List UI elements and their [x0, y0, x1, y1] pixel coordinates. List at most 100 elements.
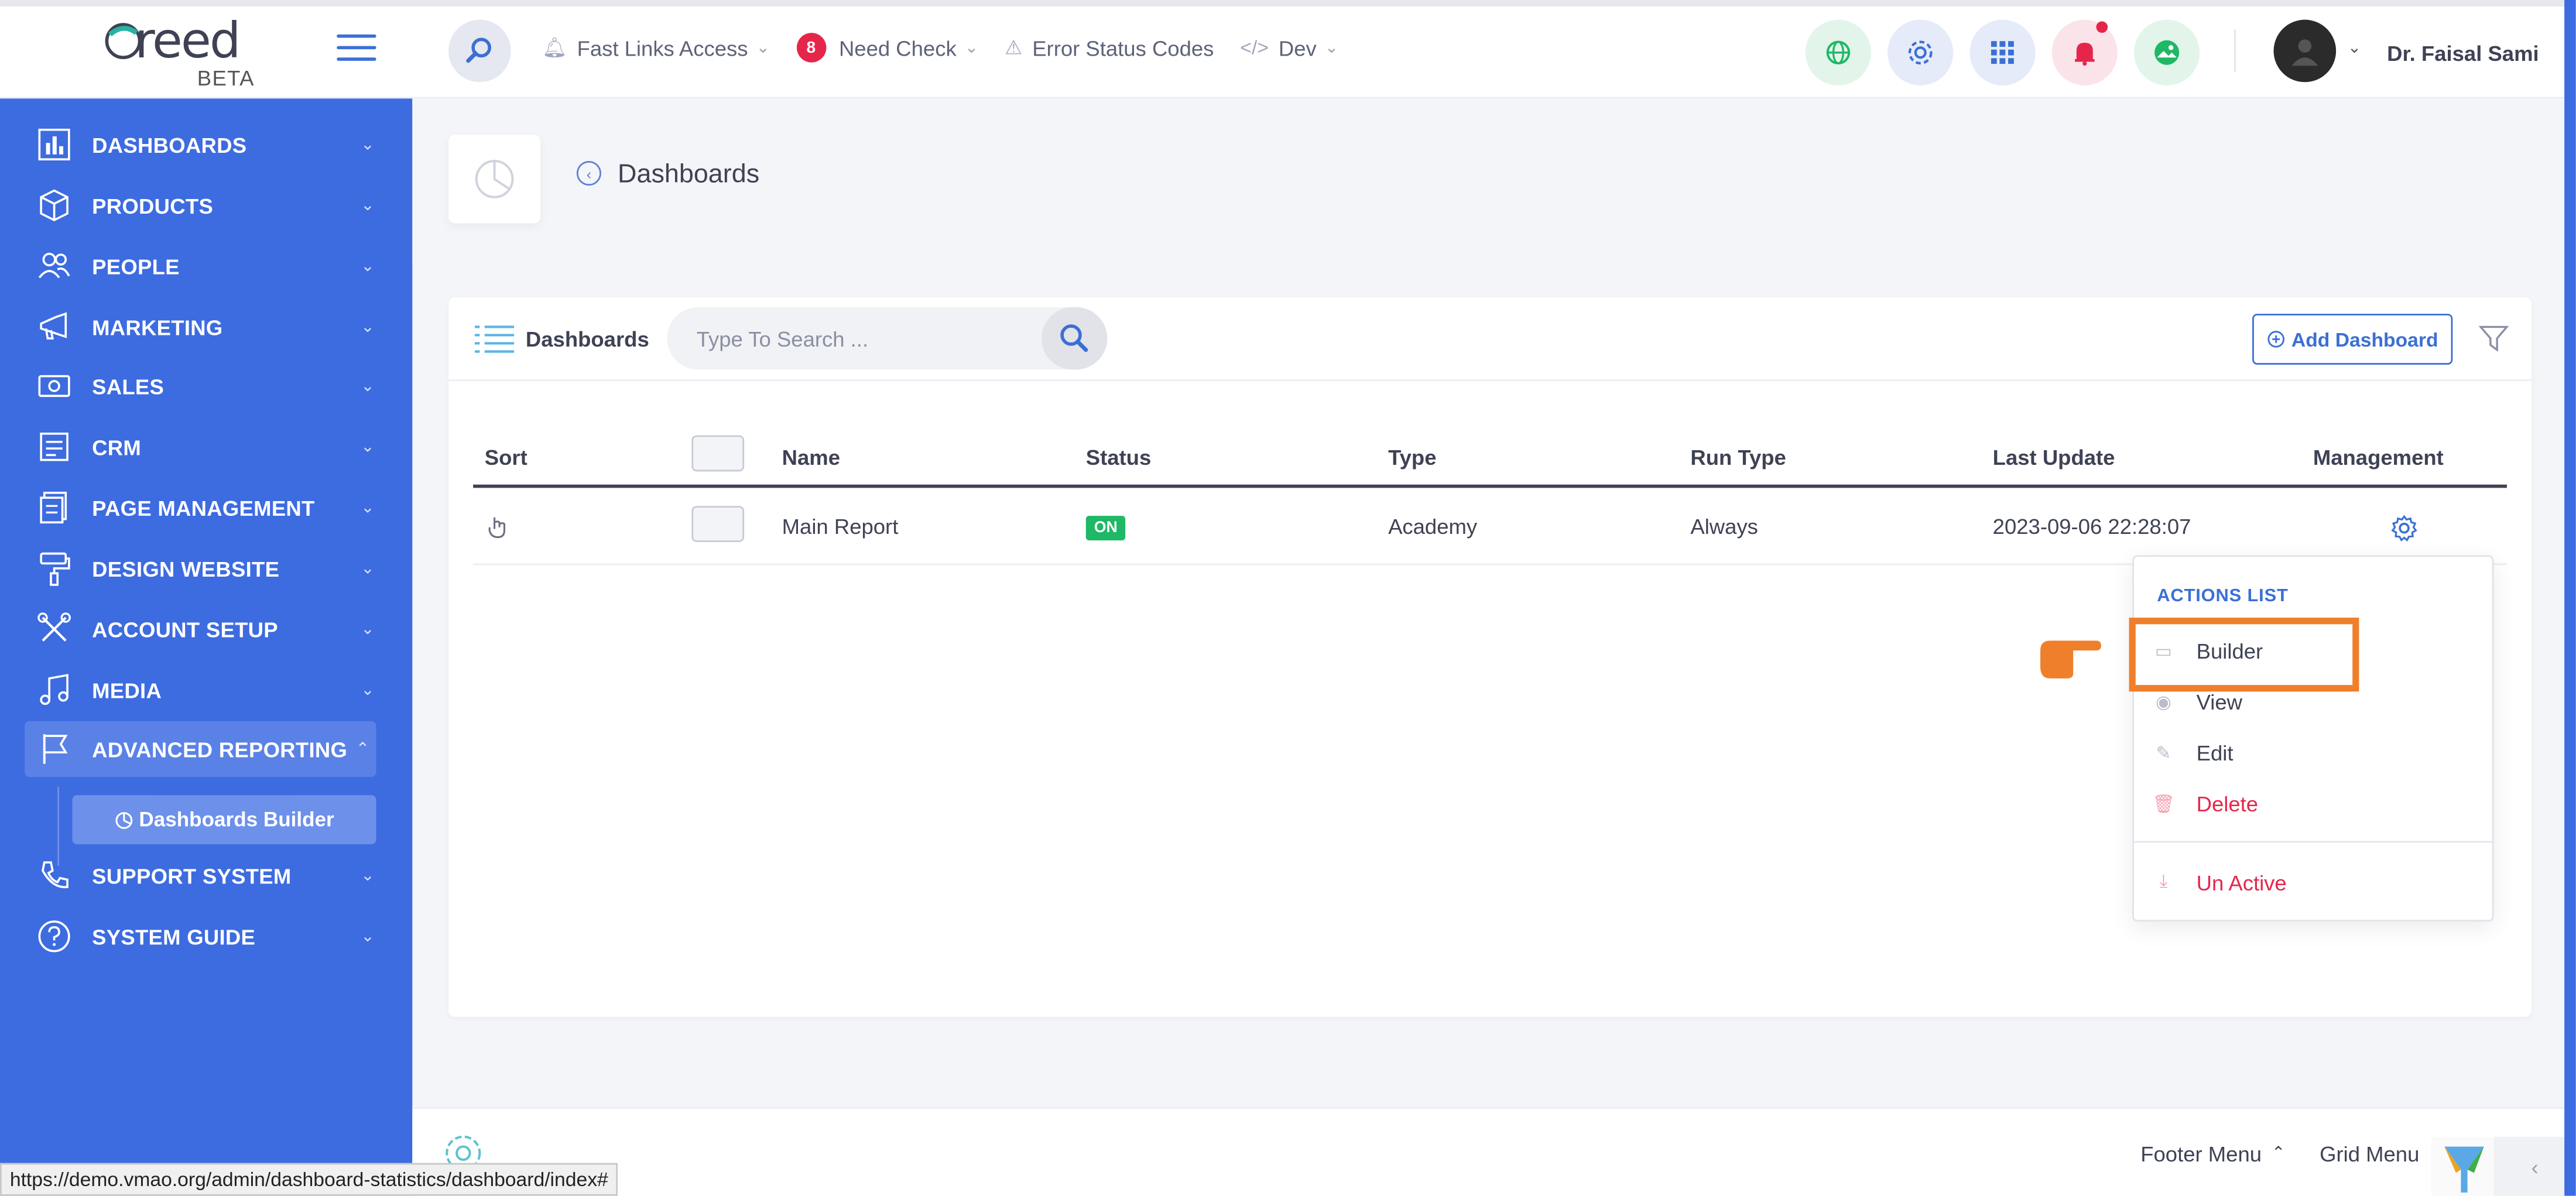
- user-silhouette-icon: [2291, 39, 2318, 66]
- chevron-left-icon: ‹: [2531, 1154, 2539, 1180]
- chevron-down-icon: ⌄: [361, 866, 375, 885]
- nav-error-status[interactable]: ⚠︎ Error Status Codes: [1005, 35, 1214, 60]
- sidebar-item-media[interactable]: MEDIA ⌄: [33, 662, 381, 718]
- people-icon: [33, 246, 76, 286]
- sidebar-item-crm[interactable]: CRM ⌄: [33, 419, 381, 475]
- nav-fast-links-label: Fast Links Access: [577, 35, 748, 60]
- chevron-up-icon: ⌃: [2271, 1144, 2286, 1163]
- nav-need-check-label: Need Check: [838, 35, 957, 60]
- menu-toggle-icon[interactable]: [337, 34, 376, 64]
- card-header: Dashboards Add Dashboard: [448, 297, 2532, 381]
- phone-icon: [33, 856, 76, 895]
- sidebar-item-label: ADVANCED REPORTING: [92, 736, 348, 762]
- cell-run-type: Always: [1690, 514, 1758, 539]
- eye-icon: ◉: [2155, 692, 2171, 712]
- column-header-sort[interactable]: Sort: [485, 445, 527, 470]
- chevron-down-icon: ⌄: [361, 376, 375, 395]
- sidebar-item-design-website[interactable]: DESIGN WEBSITE ⌄: [33, 540, 381, 596]
- plus-circle-icon: [2267, 331, 2284, 348]
- avatar[interactable]: [2273, 19, 2337, 83]
- action-delete[interactable]: 🗑︎ Delete: [2150, 783, 2479, 823]
- grid-menu-button[interactable]: Grid Menu: [2320, 1142, 2419, 1166]
- notification-dot: [2096, 21, 2108, 33]
- filter-icon[interactable]: [2479, 324, 2509, 354]
- action-un-active[interactable]: ⤓ Un Active: [2150, 862, 2479, 902]
- sidebar-item-people[interactable]: PEOPLE ⌄: [33, 238, 381, 294]
- sidebar-item-dashboards[interactable]: DASHBOARDS ⌄: [33, 116, 381, 172]
- drag-handle-icon[interactable]: [487, 514, 509, 540]
- sidebar-item-system-guide[interactable]: SYSTEM GUIDE ⌄: [33, 909, 381, 964]
- global-search-button[interactable]: [448, 19, 511, 83]
- sidebar-item-support-system[interactable]: SUPPORT SYSTEM ⌄: [33, 848, 381, 903]
- need-check-count-badge: 8: [796, 33, 826, 63]
- column-header-status[interactable]: Status: [1086, 445, 1151, 470]
- chevron-down-icon: ⌄: [1324, 38, 1339, 57]
- action-view-label: View: [2196, 689, 2243, 714]
- chevron-down-icon: ⌄: [964, 38, 979, 57]
- language-button[interactable]: [1805, 19, 1872, 85]
- column-header-type[interactable]: Type: [1388, 445, 1436, 470]
- framework-logo-icon: [2444, 1146, 2484, 1193]
- chevron-down-icon[interactable]: ⌄: [2348, 39, 2362, 57]
- sidebar-item-advanced-reporting[interactable]: ADVANCED REPORTING ⌃: [25, 721, 376, 777]
- download-icon: ⤓: [2159, 871, 2168, 892]
- grid-icon: [1991, 41, 2014, 64]
- nav-fast-links[interactable]: 🔔︎ Fast Links Access ⌄: [542, 35, 770, 60]
- logo[interactable]: reed BETA: [102, 13, 266, 92]
- select-all-checkbox[interactable]: [691, 435, 745, 472]
- chevron-down-icon: ⌄: [361, 437, 375, 456]
- notifications-button[interactable]: [2051, 19, 2118, 85]
- status-badge[interactable]: ON: [1085, 516, 1126, 541]
- chevron-down-icon: ⌄: [361, 317, 375, 336]
- bell-icon: [2074, 42, 2095, 66]
- megaphone-icon: [33, 307, 76, 347]
- sidebar-item-marketing[interactable]: MARKETING ⌄: [33, 299, 381, 355]
- chevron-down-icon: ⌄: [756, 38, 770, 57]
- chevron-down-icon: ⌄: [361, 927, 375, 945]
- actions-dropdown-title: ACTIONS LIST: [2157, 586, 2289, 606]
- sidebar-subitem-dashboards-builder[interactable]: Dashboards Builder: [72, 795, 376, 845]
- sidebar-item-products[interactable]: PRODUCTS ⌄: [33, 177, 381, 233]
- sidebar-item-label: PRODUCTS: [92, 193, 214, 218]
- landscape-icon: [2154, 40, 2180, 65]
- sidebar-item-label: DASHBOARDS: [92, 132, 247, 157]
- dropdown-divider: [2133, 841, 2492, 843]
- row-checkbox[interactable]: [691, 506, 745, 542]
- nav-need-check[interactable]: 8 Need Check ⌄: [796, 33, 978, 63]
- footer: Footer Menu ⌃ Grid Menu ‹: [412, 1107, 2576, 1196]
- settings-button[interactable]: [1888, 19, 1954, 85]
- top-header: reed BETA 🔔︎ Fast Links Access ⌄ 8 Need …: [0, 0, 2576, 99]
- back-arrow-icon[interactable]: ‹: [576, 160, 601, 186]
- pie-chart-icon: [475, 160, 514, 198]
- chevron-down-icon: ⌄: [361, 135, 375, 154]
- sidebar-subitem-label: Dashboards Builder: [139, 808, 334, 831]
- chevron-down-icon: ⌄: [361, 620, 375, 639]
- pie-chart-icon: [115, 811, 132, 828]
- status-button[interactable]: [2133, 19, 2200, 85]
- sidebar-item-page-management[interactable]: PAGE MANAGEMENT ⌄: [33, 479, 381, 535]
- column-header-name[interactable]: Name: [782, 445, 840, 470]
- tools-icon: [33, 609, 76, 649]
- user-name[interactable]: Dr. Faisal Sami: [2387, 41, 2539, 66]
- list-icon: [474, 325, 515, 353]
- collapse-footer-button[interactable]: ‹: [2493, 1136, 2576, 1196]
- footer-menu-button[interactable]: Footer Menu ⌃: [2140, 1142, 2285, 1166]
- trash-icon: 🗑︎: [2152, 794, 2176, 814]
- chevron-down-icon: ⌄: [361, 559, 375, 578]
- column-header-last-update[interactable]: Last Update: [1993, 445, 2115, 470]
- gear-icon[interactable]: [2390, 514, 2419, 542]
- column-header-run-type[interactable]: Run Type: [1690, 445, 1786, 470]
- sidebar-item-sales[interactable]: SALES ⌄: [33, 358, 381, 414]
- action-edit[interactable]: ✎ Edit: [2150, 732, 2479, 772]
- cell-name[interactable]: Main Report: [782, 514, 899, 539]
- search-button[interactable]: [1042, 307, 1108, 370]
- nav-dev[interactable]: </> Dev ⌄: [1240, 35, 1338, 60]
- add-dashboard-button[interactable]: Add Dashboard: [2252, 313, 2453, 365]
- sidebar-item-account-setup[interactable]: ACCOUNT SETUP ⌄: [33, 601, 381, 657]
- apps-button[interactable]: [1969, 19, 2036, 85]
- paint-roller-icon: [33, 549, 76, 588]
- chevron-down-icon: ⌄: [361, 498, 375, 517]
- cash-icon: [33, 366, 76, 406]
- search-input[interactable]: [696, 321, 1025, 355]
- actions-dropdown: ACTIONS LIST ▭ Builder ◉ View ✎ Edit 🗑︎ …: [2132, 555, 2494, 922]
